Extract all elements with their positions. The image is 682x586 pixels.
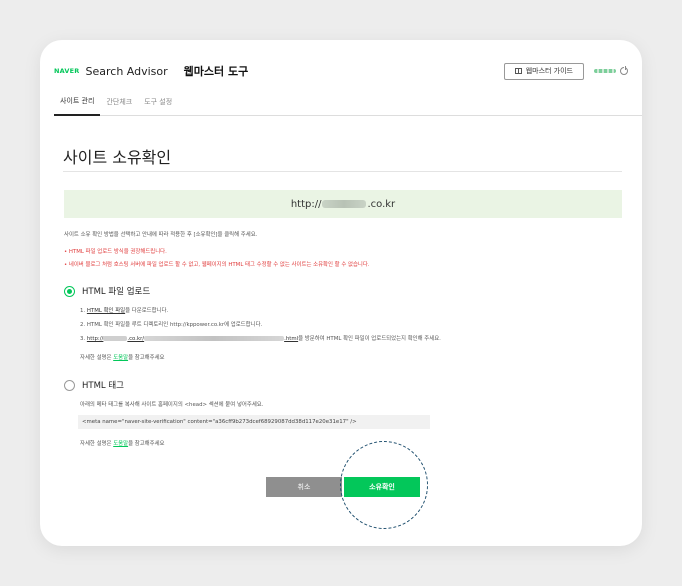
help-suffix: 을 참고해주세요: [128, 355, 165, 361]
page-title-header: 웹마스터 도구: [183, 65, 249, 78]
site-url-banner: http:// .co.kr: [64, 190, 622, 218]
option-html-tag[interactable]: HTML 태그: [64, 379, 124, 391]
cancel-button[interactable]: 취소: [266, 477, 342, 497]
naver-logo[interactable]: NAVER: [54, 67, 80, 75]
book-icon: [514, 68, 522, 74]
step1-prefix: 1.: [80, 308, 87, 314]
url-prefix: http://: [290, 198, 322, 210]
option-html-file-label: HTML 파일 업로드: [82, 287, 151, 297]
file-step-3: 3. http:// .co.kr/ .html을 방문하여 HTML 확인 파일이…: [80, 334, 441, 342]
tab-tool-settings[interactable]: 도구 설정: [138, 97, 178, 115]
blurred-filename: [144, 336, 285, 341]
tag-help-text: 자세한 설명은 도움말을 참고해주세요: [80, 439, 165, 447]
verify-link-end: .html: [284, 336, 299, 342]
file-step-1: 1. HTML 확인 파일을 다운로드합니다.: [80, 306, 168, 314]
radio-html-file[interactable]: [64, 285, 75, 297]
step3-suffix: 을 방문하여 HTML 확인 파일이 업로드되었는지 확인해 주세요.: [298, 336, 441, 342]
header: NAVER Search Advisor 웹마스터 도구 웹마스터 가이드: [54, 60, 628, 82]
tag-help-suffix: 을 참고해주세요: [128, 441, 165, 447]
blurred-domain: [322, 200, 367, 208]
url-suffix: .co.kr: [367, 198, 396, 210]
radio-html-tag[interactable]: [64, 379, 75, 391]
verify-file-link[interactable]: http:// .co.kr/ .html: [87, 336, 298, 342]
help-prefix: 자세한 설명은: [80, 355, 114, 361]
app-name[interactable]: Search Advisor: [86, 65, 168, 78]
webmaster-guide-button[interactable]: 웹마스터 가이드: [503, 62, 584, 80]
nav-tabs: 사이트 관리 간단체크 도구 설정: [54, 90, 642, 116]
user-area: [594, 66, 628, 75]
warning-blog: • 네이버 블로그 처럼 호스팅 서버에 파일 업로드 할 수 없고, 웹페이지…: [64, 262, 370, 268]
tag-instruction: 아래의 메타 태그를 복사해 사이트 홈페이지의 <head> 섹션에 붙여 넣…: [80, 402, 264, 408]
webmaster-window: NAVER Search Advisor 웹마스터 도구 웹마스터 가이드 사이…: [40, 40, 642, 546]
tag-help-prefix: 자세한 설명은: [80, 441, 114, 447]
html-file-download-link[interactable]: HTML 확인 파일: [87, 308, 125, 314]
option-html-file[interactable]: HTML 파일 업로드: [64, 285, 150, 297]
tab-site-management[interactable]: 사이트 관리: [54, 96, 101, 116]
webmaster-guide-label: 웹마스터 가이드: [525, 67, 573, 75]
verify-link-mid: .co.kr/: [127, 336, 145, 342]
meta-tag-box[interactable]: <meta name="naver-site-verification" con…: [78, 415, 430, 429]
warning-recommend: • HTML 파일 업로드 방식을 권장해드립니다.: [64, 249, 167, 255]
step1-suffix: 을 다운로드합니다.: [125, 308, 169, 314]
help-link-tag[interactable]: 도움말: [113, 441, 128, 447]
verify-ownership-button[interactable]: 소유확인: [344, 477, 420, 497]
verify-link-start: http://: [86, 336, 104, 342]
option-html-tag-label: HTML 태그: [82, 381, 124, 391]
step3-prefix: 3.: [80, 336, 87, 342]
tab-quick-check[interactable]: 간단체크: [100, 97, 138, 115]
file-help-text: 자세한 설명은 도움말을 참고해주세요: [80, 353, 165, 361]
file-step-2: 2. HTML 확인 파일을 루트 디렉토리인 http://kppower.c…: [80, 322, 263, 328]
help-link-file[interactable]: 도움말: [113, 355, 128, 361]
blurred-user-id[interactable]: [594, 69, 616, 73]
title-divider: [63, 171, 622, 172]
page-title: 사이트 소유확인: [63, 148, 172, 167]
blurred-domain-small: [103, 336, 128, 341]
logout-icon[interactable]: [620, 66, 628, 75]
instruction-text: 사이트 소유 확인 방법을 선택하고 안내에 따라 적용한 후 [소유확인]을 …: [64, 232, 258, 238]
